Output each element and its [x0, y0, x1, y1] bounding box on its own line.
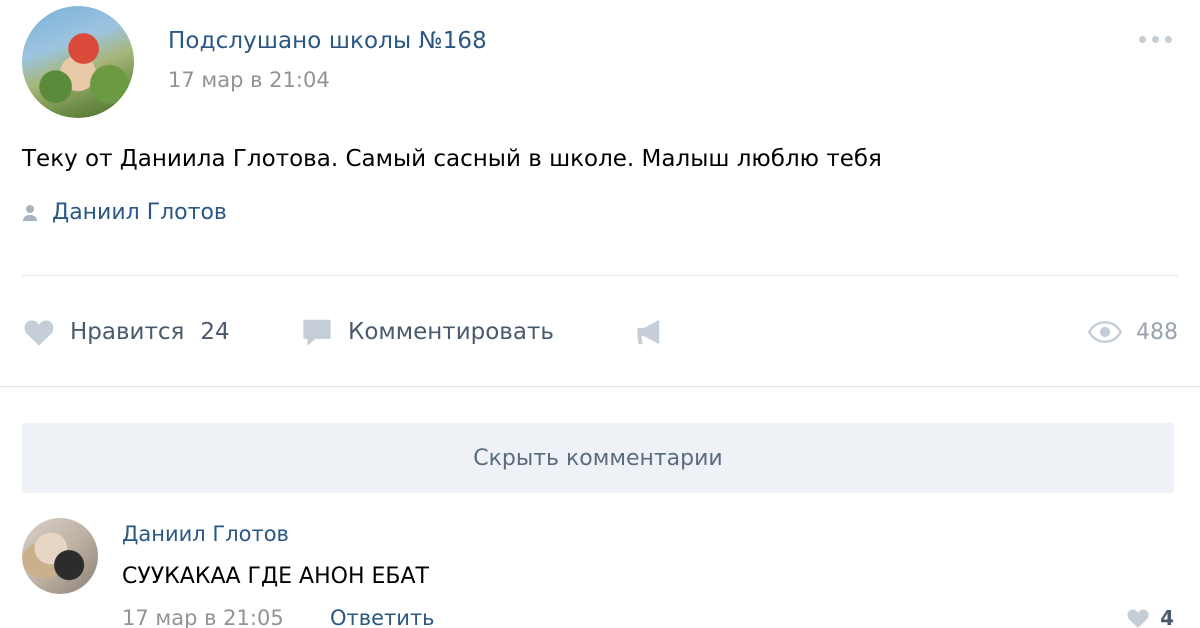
post-date[interactable]: 17 мар в 21:04 — [168, 68, 330, 92]
post-text: Теку от Даниила Глотова. Самый сасный в … — [22, 146, 882, 172]
comment-date[interactable]: 17 мар в 21:05 — [122, 606, 284, 628]
like-label: Нравится — [70, 319, 185, 345]
avatar[interactable] — [22, 518, 98, 594]
views-count: 488 — [1136, 319, 1178, 345]
group-name[interactable]: Подслушано школы №168 — [168, 28, 487, 54]
more-icon[interactable] — [1139, 36, 1172, 43]
reply-link[interactable]: Ответить — [330, 606, 435, 628]
signer-name[interactable]: Даниил Глотов — [52, 200, 227, 225]
comment-label: Комментировать — [348, 319, 554, 345]
heart-icon — [22, 317, 56, 347]
person-icon — [22, 204, 38, 222]
comment-button[interactable]: Комментировать — [300, 310, 554, 354]
divider — [22, 275, 1178, 276]
comment-like-count: 4 — [1160, 606, 1174, 628]
hide-comments-button[interactable]: Скрыть комментарии — [22, 423, 1174, 493]
heart-icon — [1126, 607, 1150, 628]
like-count: 24 — [200, 319, 230, 345]
share-icon — [634, 317, 668, 347]
like-button[interactable]: Нравится 24 — [22, 310, 230, 354]
eye-icon — [1088, 321, 1122, 343]
group-avatar[interactable] — [22, 6, 134, 118]
post-signer[interactable]: Даниил Глотов — [22, 200, 227, 225]
views-counter: 488 — [1088, 310, 1178, 354]
comment: Даниил Глотов СУУКАКАА ГДЕ АНОН ЕБАТ 17 … — [22, 518, 1178, 628]
comment-author[interactable]: Даниил Глотов — [122, 522, 289, 546]
comment-text: СУУКАКАА ГДЕ АНОН ЕБАТ — [122, 564, 429, 589]
comment-like-button[interactable]: 4 — [1126, 606, 1174, 628]
comment-icon — [300, 317, 334, 347]
divider — [0, 386, 1200, 387]
share-button[interactable] — [634, 310, 668, 354]
post-actions: Нравится 24 Комментировать 488 — [22, 310, 1178, 354]
post-header: Подслушано школы №168 17 мар в 21:04 — [22, 6, 1182, 118]
